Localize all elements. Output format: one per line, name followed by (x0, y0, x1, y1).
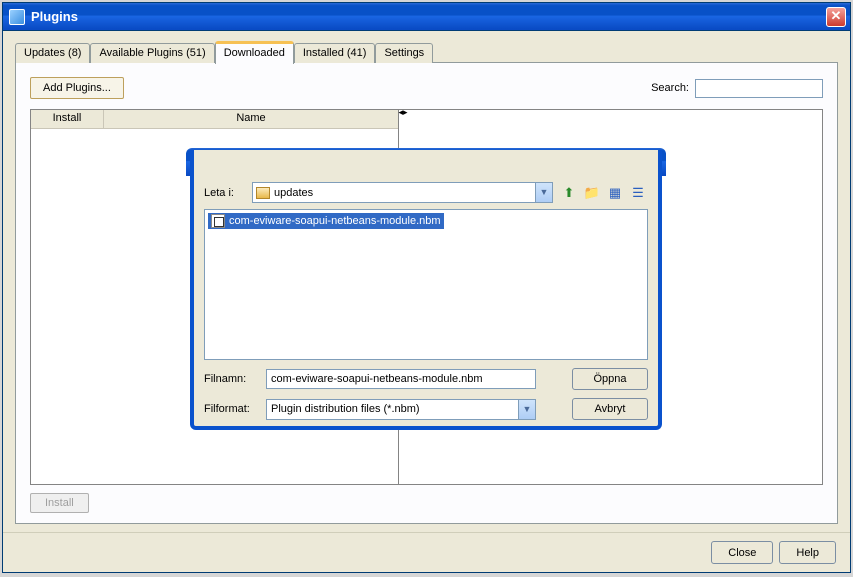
list-header: Install Name (31, 110, 398, 129)
app-icon (9, 9, 25, 25)
footer: Close Help (3, 532, 850, 572)
tabs: Updates (8) Available Plugins (51) Downl… (15, 41, 838, 63)
look-in-value: updates (274, 187, 313, 199)
tab-settings[interactable]: Settings (375, 43, 433, 63)
search-label: Search: (651, 82, 689, 94)
folder-up-icon[interactable]: ⬆ (559, 183, 579, 203)
format-label: Filformat: (204, 403, 266, 415)
help-button[interactable]: Help (779, 541, 836, 564)
tab-installed[interactable]: Installed (41) (294, 43, 376, 63)
tab-downloaded[interactable]: Downloaded (215, 41, 294, 64)
add-plugins-button[interactable]: Add Plugins... (30, 77, 124, 99)
close-button[interactable]: Close (711, 541, 773, 564)
tab-updates[interactable]: Updates (8) (15, 43, 90, 63)
col-install[interactable]: Install (31, 110, 104, 128)
look-in-combo[interactable]: updates ▼ (252, 182, 553, 203)
folder-icon (256, 187, 270, 199)
chevron-down-icon[interactable]: ▼ (535, 183, 552, 202)
look-in-row: Leta i: updates ▼ ⬆ 📁 ▦ ☰ (204, 182, 648, 203)
format-combo[interactable]: Plugin distribution files (*.nbm) ▼ (266, 399, 536, 420)
open-button[interactable]: Öppna (572, 368, 648, 390)
filename-input[interactable] (266, 369, 536, 389)
nbm-file-icon (211, 214, 225, 228)
details-view-icon[interactable]: ☰ (628, 183, 648, 203)
col-name[interactable]: Name (104, 110, 398, 128)
window-title: Plugins (31, 9, 826, 24)
list-view-icon[interactable]: ▦ (605, 183, 625, 203)
filename-label: Filnamn: (204, 373, 266, 385)
add-plugins-dialog: Leta i: updates ▼ ⬆ 📁 ▦ ☰ com-eviware-so… (190, 150, 662, 430)
filename-row: Filnamn: Öppna (204, 368, 648, 390)
tab-available[interactable]: Available Plugins (51) (90, 43, 214, 63)
search-input[interactable] (695, 79, 823, 98)
splitter[interactable]: ◂▸ (399, 110, 407, 120)
look-in-label: Leta i: (204, 187, 252, 199)
dialog-body: Leta i: updates ▼ ⬆ 📁 ▦ ☰ com-eviware-so… (194, 174, 658, 426)
chevron-down-icon[interactable]: ▼ (518, 400, 535, 419)
file-list[interactable]: com-eviware-soapui-netbeans-module.nbm (204, 209, 648, 360)
titlebar: Plugins ✕ (3, 3, 850, 31)
top-row: Add Plugins... Search: (30, 77, 823, 99)
list-item[interactable]: com-eviware-soapui-netbeans-module.nbm (208, 213, 444, 229)
file-chooser-toolbar: ⬆ 📁 ▦ ☰ (559, 183, 648, 203)
install-button: Install (30, 493, 89, 513)
format-row: Filformat: Plugin distribution files (*.… (204, 398, 648, 420)
cancel-button[interactable]: Avbryt (572, 398, 648, 420)
window-close-button[interactable]: ✕ (826, 7, 846, 27)
file-name: com-eviware-soapui-netbeans-module.nbm (229, 215, 441, 227)
format-value: Plugin distribution files (*.nbm) (271, 403, 420, 415)
create-folder-icon[interactable]: 📁 (582, 183, 602, 203)
